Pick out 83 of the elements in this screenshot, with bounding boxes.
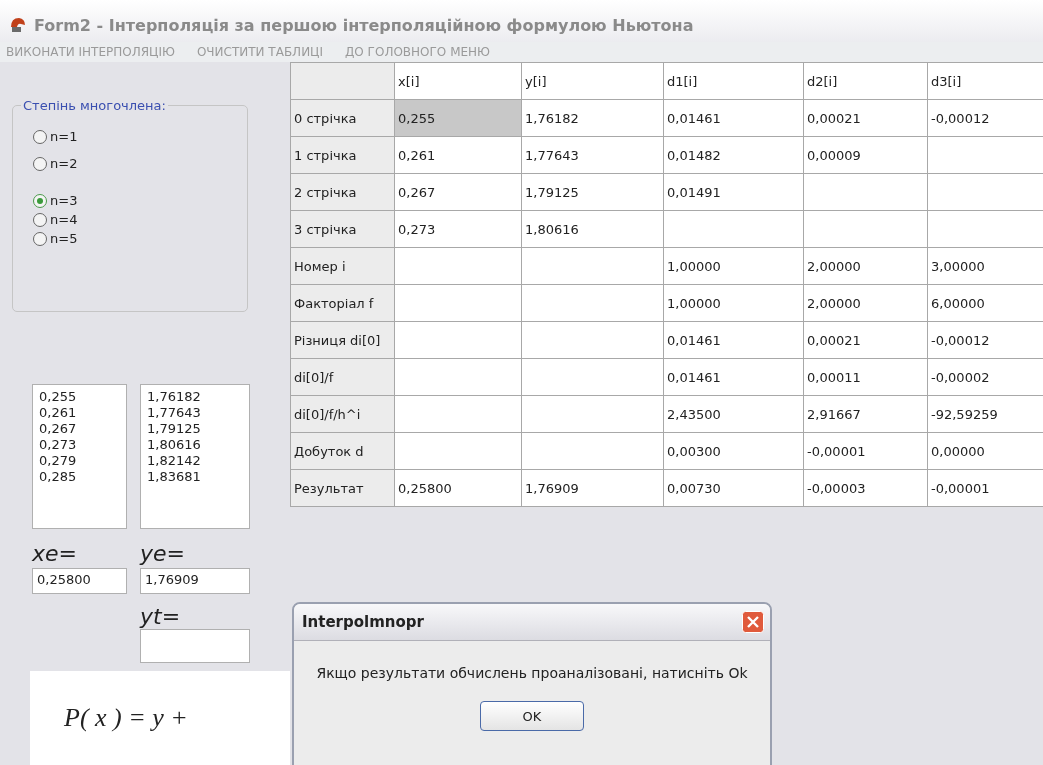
table-cell: 0,00009 [803, 136, 928, 174]
dialog-message: Якщо результати обчислень проаналізовані, натисніть Ok [316, 665, 748, 681]
column-header: x[i] [394, 62, 522, 100]
close-icon[interactable] [742, 611, 764, 633]
table-cell: 2,00000 [803, 247, 928, 285]
list-item: 0,255 [39, 389, 78, 405]
table-cell: 2,43500 [663, 395, 804, 433]
list-item: 0,261 [39, 405, 78, 421]
radio-label: n=4 [50, 212, 78, 227]
table-cell: 1,00000 [663, 247, 804, 285]
radio-label: n=1 [50, 129, 78, 144]
list-item: 1,80616 [147, 437, 202, 453]
radio-label: n=5 [50, 231, 78, 246]
dialog-title: Interpolmnopr [302, 613, 424, 631]
table-cell: 2,00000 [803, 284, 928, 322]
formula-text: P( x ) = y + [64, 703, 188, 733]
radio-label: n=2 [50, 156, 78, 171]
ye-field[interactable]: 1,76909 [140, 568, 250, 594]
column-header: d1[i] [663, 62, 804, 100]
table-cell: 0,267 [394, 173, 522, 211]
row-header: 0 стрічка [290, 99, 395, 137]
yt-field[interactable] [140, 629, 250, 663]
row-header: Факторіал f [290, 284, 395, 322]
table-cell: 0,01491 [663, 173, 804, 211]
table-cell: 0,00011 [803, 358, 928, 396]
x-listbox[interactable]: 0,255 0,261 0,267 0,273 0,279 0,285 [32, 384, 127, 529]
table-cell: 0,01482 [663, 136, 804, 174]
row-header: Різниця di[0] [290, 321, 395, 359]
ye-label: ye= [140, 541, 185, 566]
table-cell: -0,00001 [803, 432, 928, 470]
row-header: 2 стрічка [290, 173, 395, 211]
table-cell: 1,76182 [521, 99, 664, 137]
table-cell: 0,01461 [663, 99, 804, 137]
table-cell: 0,255 [394, 99, 522, 137]
list-item: 0,279 [39, 453, 78, 469]
radio-button[interactable] [33, 193, 47, 208]
radio-button[interactable] [33, 212, 47, 227]
radio-label: n=3 [50, 193, 78, 208]
table-cell: 0,00021 [803, 99, 928, 137]
row-header: 1 стрічка [290, 136, 395, 174]
column-header: y[i] [521, 62, 664, 100]
group-title: Степінь многочлена: [22, 98, 167, 113]
app-icon [8, 15, 28, 35]
table-cell: 0,261 [394, 136, 522, 174]
row-header: di[0]/f [290, 358, 395, 396]
table-cell: 0,00300 [663, 432, 804, 470]
radio-button[interactable] [33, 231, 47, 246]
xe-label: xe= [32, 541, 78, 566]
column-header: d3[i] [927, 62, 1043, 100]
y-listbox[interactable]: 1,76182 1,77643 1,79125 1,80616 1,82142 1,83681 [140, 384, 250, 529]
table-cell: -0,00003 [803, 469, 928, 507]
list-item: 1,79125 [147, 421, 202, 437]
row-header: Номер i [290, 247, 395, 285]
list-item: 0,273 [39, 437, 78, 453]
table-cell: 2,91667 [803, 395, 928, 433]
table-cell: 0,01461 [663, 358, 804, 396]
table-cell: 0,01461 [663, 321, 804, 359]
table-cell: 1,77643 [521, 136, 664, 174]
column-header: d2[i] [803, 62, 928, 100]
table-cell: 1,79125 [521, 173, 664, 211]
table-cell: 1,00000 [663, 284, 804, 322]
table-cell: 0,00730 [663, 469, 804, 507]
table-cell: 0,00021 [803, 321, 928, 359]
list-item: 1,83681 [147, 469, 202, 485]
ok-button[interactable]: OK [480, 701, 584, 731]
row-header: Результат [290, 469, 395, 507]
list-item: 0,285 [39, 469, 78, 485]
yt-label: yt= [140, 604, 182, 629]
list-item: 0,267 [39, 421, 78, 437]
xe-field[interactable]: 0,25800 [32, 568, 127, 594]
radio-button[interactable] [33, 129, 47, 144]
row-header: Добуток d [290, 432, 395, 470]
list-item: 1,82142 [147, 453, 202, 469]
list-item: 1,77643 [147, 405, 202, 421]
list-item: 1,76182 [147, 389, 202, 405]
table-cell: 0,25800 [394, 469, 522, 507]
table-cell: 1,76909 [521, 469, 664, 507]
table-cell: 1,80616 [521, 210, 664, 248]
window-title: Form2 - Інтерполяція за першою інтерполяційною формулою Ньютона [34, 15, 694, 35]
row-header: di[0]/f/h^i [290, 395, 395, 433]
row-header: 3 стрічка [290, 210, 395, 248]
radio-button[interactable] [33, 156, 47, 171]
table-cell: 0,273 [394, 210, 522, 248]
